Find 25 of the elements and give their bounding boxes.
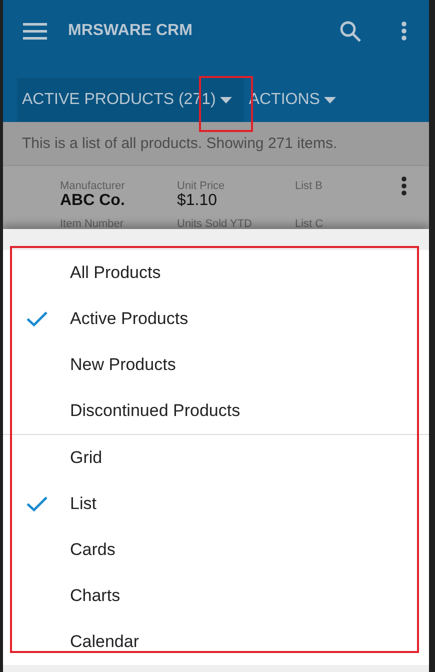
menu-item[interactable]: Active Products — [3, 296, 429, 342]
menu-item[interactable]: Discontinued Products — [3, 388, 429, 434]
field-label: Unit Price — [177, 180, 226, 192]
caret-icon[interactable] — [220, 96, 232, 104]
menu-item[interactable]: New Products — [3, 342, 429, 388]
field-label: List B — [295, 180, 324, 192]
more-icon[interactable] — [401, 176, 407, 196]
field-label: List C — [295, 218, 324, 230]
menu-item[interactable]: Grid — [3, 435, 429, 481]
field-value: $1.10 — [177, 192, 218, 210]
list-item[interactable]: Manufacturer ABC Co. Unit Price $1.10 List B Item Number Units Sold YTD List C — [3, 166, 429, 230]
app-title: MRSWARE CRM — [68, 22, 192, 40]
field-label: Manufacturer — [60, 180, 126, 192]
field-value: ABC Co. — [60, 192, 126, 210]
menu-item[interactable]: All Products — [3, 250, 429, 296]
more-icon[interactable] — [401, 21, 407, 41]
menu-item[interactable]: Calendar — [3, 619, 429, 665]
field-label: Item Number — [60, 218, 125, 230]
caret-icon[interactable] — [324, 96, 336, 104]
menu-icon[interactable] — [23, 22, 47, 40]
menu-item[interactable]: Cards — [3, 527, 429, 573]
field-label: Units Sold YTD — [177, 218, 253, 230]
menu-item[interactable]: List — [3, 481, 429, 527]
search-icon[interactable] — [339, 20, 361, 42]
menu-item[interactable]: Charts — [3, 573, 429, 619]
